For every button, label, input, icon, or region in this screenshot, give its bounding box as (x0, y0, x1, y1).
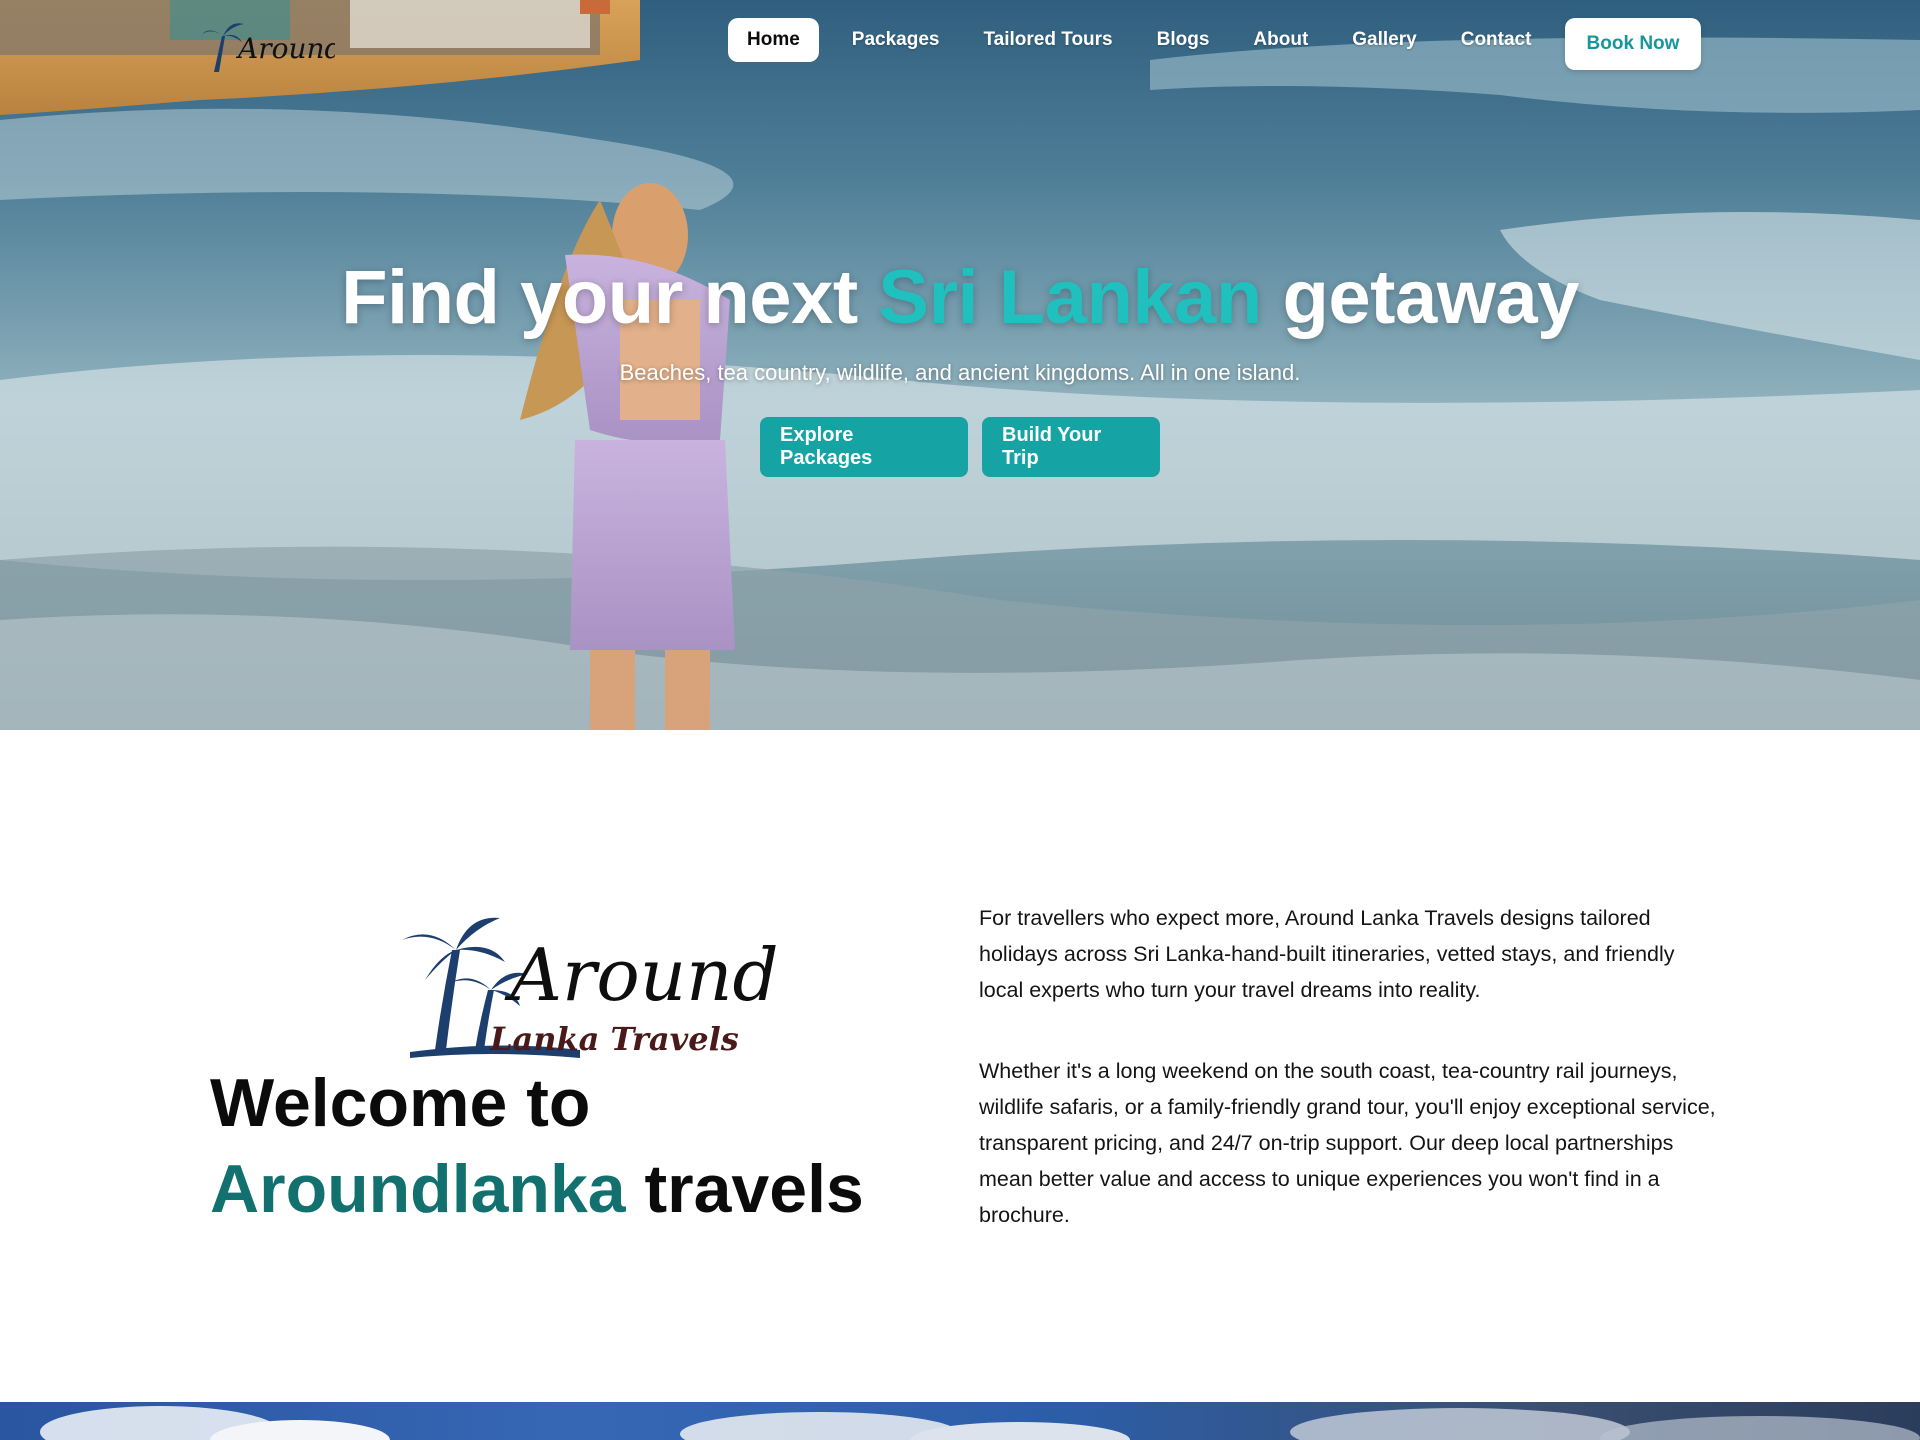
build-your-trip-button[interactable]: Build Your Trip (982, 417, 1160, 477)
nav-packages[interactable]: Packages (833, 18, 959, 62)
brand-logo-large: Around Lanka Travels (402, 917, 779, 1058)
welcome-title-line1: Welcome to (210, 1065, 591, 1141)
brand-logo[interactable]: Around (200, 14, 335, 76)
hero-title-accent: Sri Lankan (878, 255, 1262, 340)
welcome-paragraph-1: For travellers who expect more, Around L… (979, 906, 1675, 1002)
hero-title-start: Find your next (341, 255, 879, 340)
main-navigation: Home Packages Tailored Tours Blogs About… (728, 18, 1556, 62)
nav-home[interactable]: Home (728, 18, 819, 62)
welcome-description: For travellers who expect more, Around L… (979, 900, 1719, 1233)
welcome-title: Welcome to Aroundlanka travels (210, 1060, 910, 1232)
next-section-image (0, 1402, 1920, 1440)
svg-text:Lanka Travels: Lanka Travels (489, 1020, 739, 1058)
svg-text:Around: Around (504, 933, 779, 1017)
welcome-paragraph-2: Whether it's a long weekend on the south… (979, 1059, 1716, 1227)
nav-about[interactable]: About (1234, 18, 1327, 62)
hero-title: Find your next Sri Lankan getaway (0, 254, 1920, 341)
explore-packages-button[interactable]: Explore Packages (760, 417, 968, 477)
nav-gallery[interactable]: Gallery (1333, 18, 1435, 62)
nav-tailored-tours[interactable]: Tailored Tours (964, 18, 1131, 62)
book-now-button[interactable]: Book Now (1565, 18, 1701, 70)
hero-actions: Explore Packages Build Your Trip (0, 417, 1920, 477)
hero-subtitle: Beaches, tea country, wildlife, and anci… (619, 360, 1301, 385)
welcome-title-accent: Aroundlanka (210, 1151, 626, 1227)
hero-title-end: getaway (1261, 255, 1579, 340)
hero-section: Around Home Packages Tailored Tours Blog… (0, 0, 1920, 730)
nav-blogs[interactable]: Blogs (1138, 18, 1229, 62)
welcome-title-rest: travels (625, 1151, 864, 1227)
svg-text:Around: Around (235, 32, 335, 65)
nav-contact[interactable]: Contact (1442, 18, 1551, 62)
